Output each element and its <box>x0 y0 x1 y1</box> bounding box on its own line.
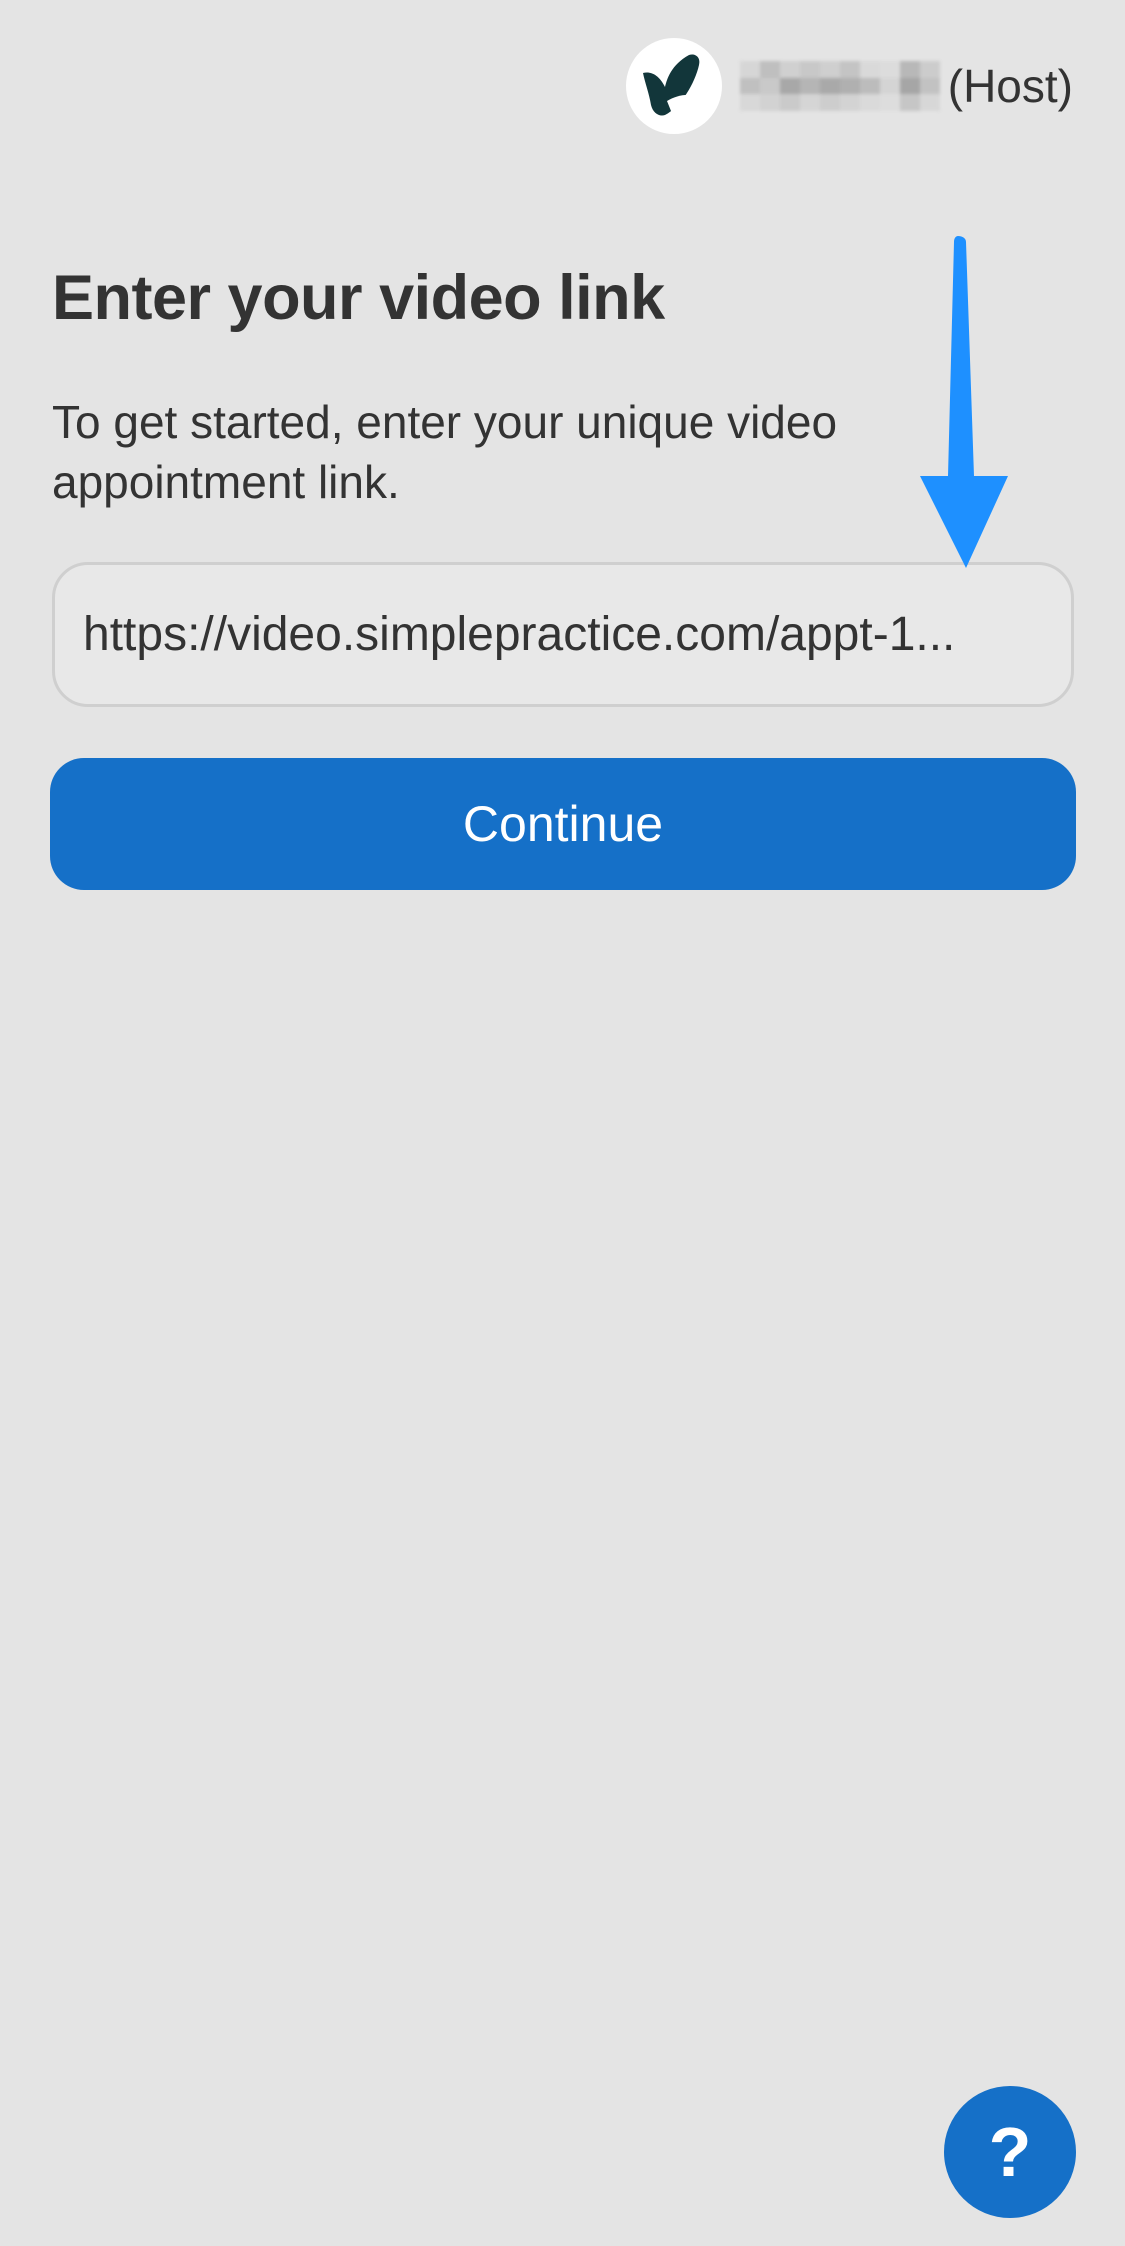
help-icon: ? <box>988 2113 1032 2191</box>
header-account: (Host) <box>625 36 1073 136</box>
page-title: Enter your video link <box>52 263 665 333</box>
page-description: To get started, enter your unique video … <box>52 396 838 508</box>
redacted-user-name <box>739 61 940 111</box>
down-arrow-icon <box>920 236 1008 568</box>
continue-button[interactable]: Continue <box>50 758 1076 890</box>
video-link-input[interactable] <box>52 562 1074 707</box>
host-label: (Host) <box>947 60 1073 112</box>
help-button[interactable]: ? <box>944 2086 1076 2218</box>
simplepractice-logo-icon <box>625 38 722 134</box>
